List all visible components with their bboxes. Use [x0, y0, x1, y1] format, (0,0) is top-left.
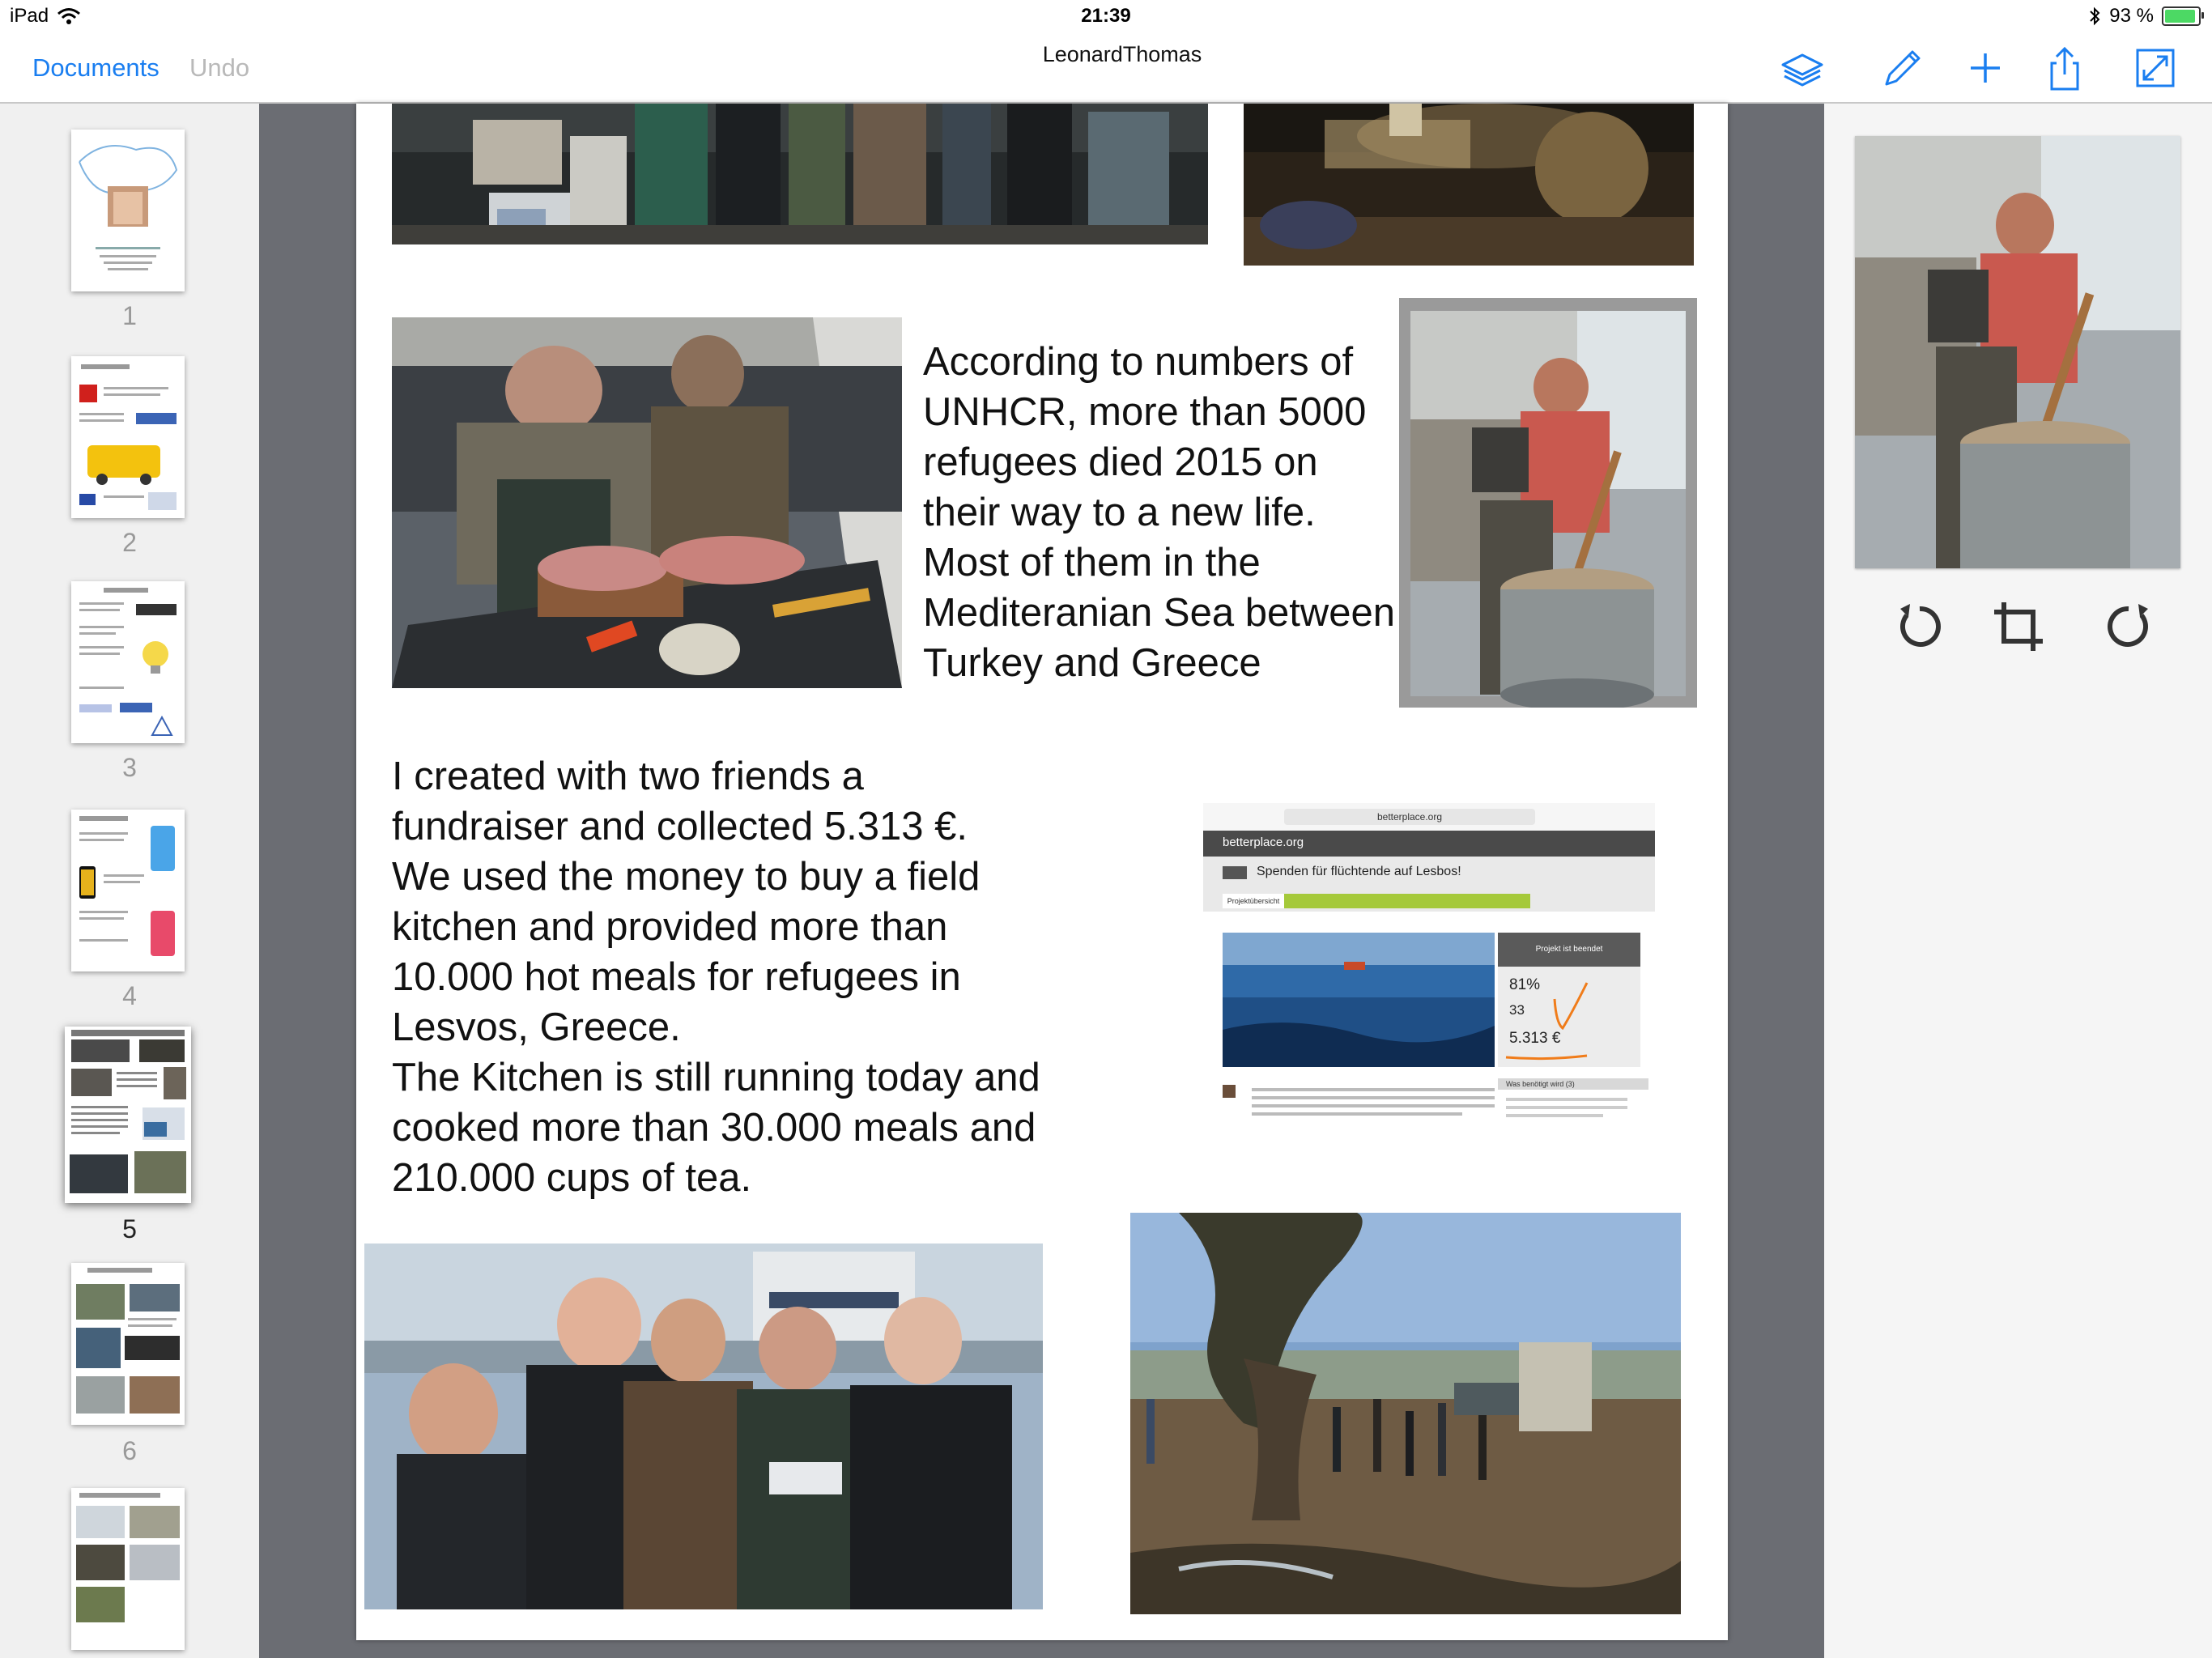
- avatar: [1223, 1085, 1236, 1098]
- thumbnail-number: 4: [122, 981, 137, 1010]
- photo-refugee-camp-image: [1130, 1213, 1681, 1614]
- inspector-image-preview: [1855, 136, 2180, 568]
- rotate-left-icon[interactable]: [1887, 594, 1952, 659]
- layers-icon[interactable]: [1778, 44, 1827, 92]
- page-thumbnail-5[interactable]: [65, 1027, 191, 1203]
- thumbnail-4-preview: [79, 816, 175, 956]
- photo-food-queue-image: [392, 104, 1208, 244]
- battery-percent: 93 %: [2109, 5, 2154, 27]
- status-bar: iPad 21:39 93 %: [0, 0, 2212, 32]
- betterplace-logo: betterplace.org: [1223, 835, 1304, 849]
- share-icon[interactable]: [2040, 44, 2089, 92]
- thumbnail-number: 1: [122, 301, 137, 330]
- sea-boat-photo: [1223, 933, 1495, 1067]
- betterplace-tabs: Projektübersicht: [1223, 894, 1530, 908]
- text-unhcr-paragraph[interactable]: According to numbers of UNHCR, more than…: [923, 337, 1395, 688]
- crop-icon[interactable]: [1986, 594, 2051, 659]
- thumbnail-2-preview: [79, 364, 177, 510]
- thumbnail-number: 6: [122, 1436, 137, 1465]
- text-line: [1252, 1088, 1495, 1091]
- text-line: [1252, 1096, 1495, 1099]
- thumbnail-number: 5: [122, 1214, 137, 1244]
- photo-night-cooking[interactable]: [1244, 104, 1694, 266]
- betterplace-heading: Spenden für flüchtende auf Lesbos!: [1257, 865, 1461, 878]
- photo-volunteer-group[interactable]: [364, 1244, 1043, 1609]
- browser-toolbar: betterplace.org: [1203, 803, 1655, 831]
- photo-volunteer-group-image: [364, 1244, 1043, 1609]
- thumbnail-3-preview: [79, 588, 177, 736]
- nav-bar: Documents Undo LeonardThomas: [0, 32, 2212, 104]
- tag-badge: [1223, 866, 1247, 879]
- status-right: 93 %: [2088, 5, 2204, 28]
- betterplace-header: betterplace.org: [1203, 831, 1655, 857]
- image-inspector-panel: [1824, 104, 2212, 1658]
- page-thumbnail-4[interactable]: [71, 810, 185, 971]
- text-line: [1506, 1098, 1627, 1101]
- status-time: 21:39: [1081, 5, 1131, 27]
- thumbnail-number: 2: [122, 528, 137, 557]
- text-line: [1506, 1114, 1603, 1117]
- inspector-image: [1855, 136, 2180, 568]
- thumbnail-6-preview: [76, 1268, 180, 1414]
- text-line: [1252, 1104, 1495, 1107]
- project-stats: 81% 33 5.313 €: [1498, 967, 1640, 1067]
- project-status-box: Projekt ist beendet: [1498, 933, 1640, 967]
- page-thumbnail-6[interactable]: [71, 1263, 185, 1425]
- tab-projektuebersicht: Projektübersicht: [1223, 894, 1284, 908]
- page-thumbnail-1[interactable]: [71, 130, 185, 291]
- browser-url: betterplace.org: [1284, 809, 1535, 825]
- text-line: [1506, 1106, 1627, 1109]
- needs-title: Was benötigt wird (3): [1498, 1078, 1648, 1090]
- page-thumbnail-3[interactable]: [71, 581, 185, 743]
- photo-refugee-camp[interactable]: [1130, 1213, 1681, 1614]
- screenshot-betterplace[interactable]: betterplace.org betterplace.org Spenden …: [1203, 803, 1655, 1141]
- page-thumbnails-sidebar: 1 2 3 4 5 6: [0, 104, 259, 1658]
- fullscreen-icon[interactable]: [2131, 44, 2180, 92]
- thumbnail-7-preview: [76, 1493, 180, 1622]
- thumbnail-5-preview: [70, 1030, 186, 1193]
- bluetooth-icon: [2090, 6, 2100, 26]
- photo-stirring-pot-image: [1399, 298, 1697, 708]
- photo-meat-preparation-image: [392, 317, 902, 688]
- photo-stirring-pot-selected[interactable]: [1399, 298, 1697, 708]
- thumbnail-number: 3: [122, 753, 137, 782]
- pencil-icon[interactable]: [1877, 44, 1925, 92]
- text-fundraiser-paragraph[interactable]: I created with two friends a fundraiser …: [392, 751, 1040, 1203]
- battery-icon: [2162, 6, 2204, 26]
- photo-food-queue[interactable]: [392, 104, 1208, 244]
- photo-night-cooking-image: [1244, 104, 1694, 266]
- page-thumbnail-7[interactable]: [71, 1488, 185, 1650]
- plus-icon[interactable]: [1961, 44, 2010, 92]
- orange-annotation-mark: [1505, 982, 1589, 1061]
- page-thumbnail-2[interactable]: [71, 356, 185, 518]
- rotate-right-icon[interactable]: [2096, 594, 2161, 659]
- thumbnail-1-preview: [79, 145, 178, 270]
- document-page: According to numbers of UNHCR, more than…: [356, 104, 1728, 1640]
- betterplace-title-area: Spenden für flüchtende auf Lesbos! Proje…: [1203, 857, 1655, 912]
- battery-fill: [2165, 10, 2195, 23]
- photo-meat-preparation[interactable]: [392, 317, 902, 688]
- text-line: [1252, 1112, 1462, 1116]
